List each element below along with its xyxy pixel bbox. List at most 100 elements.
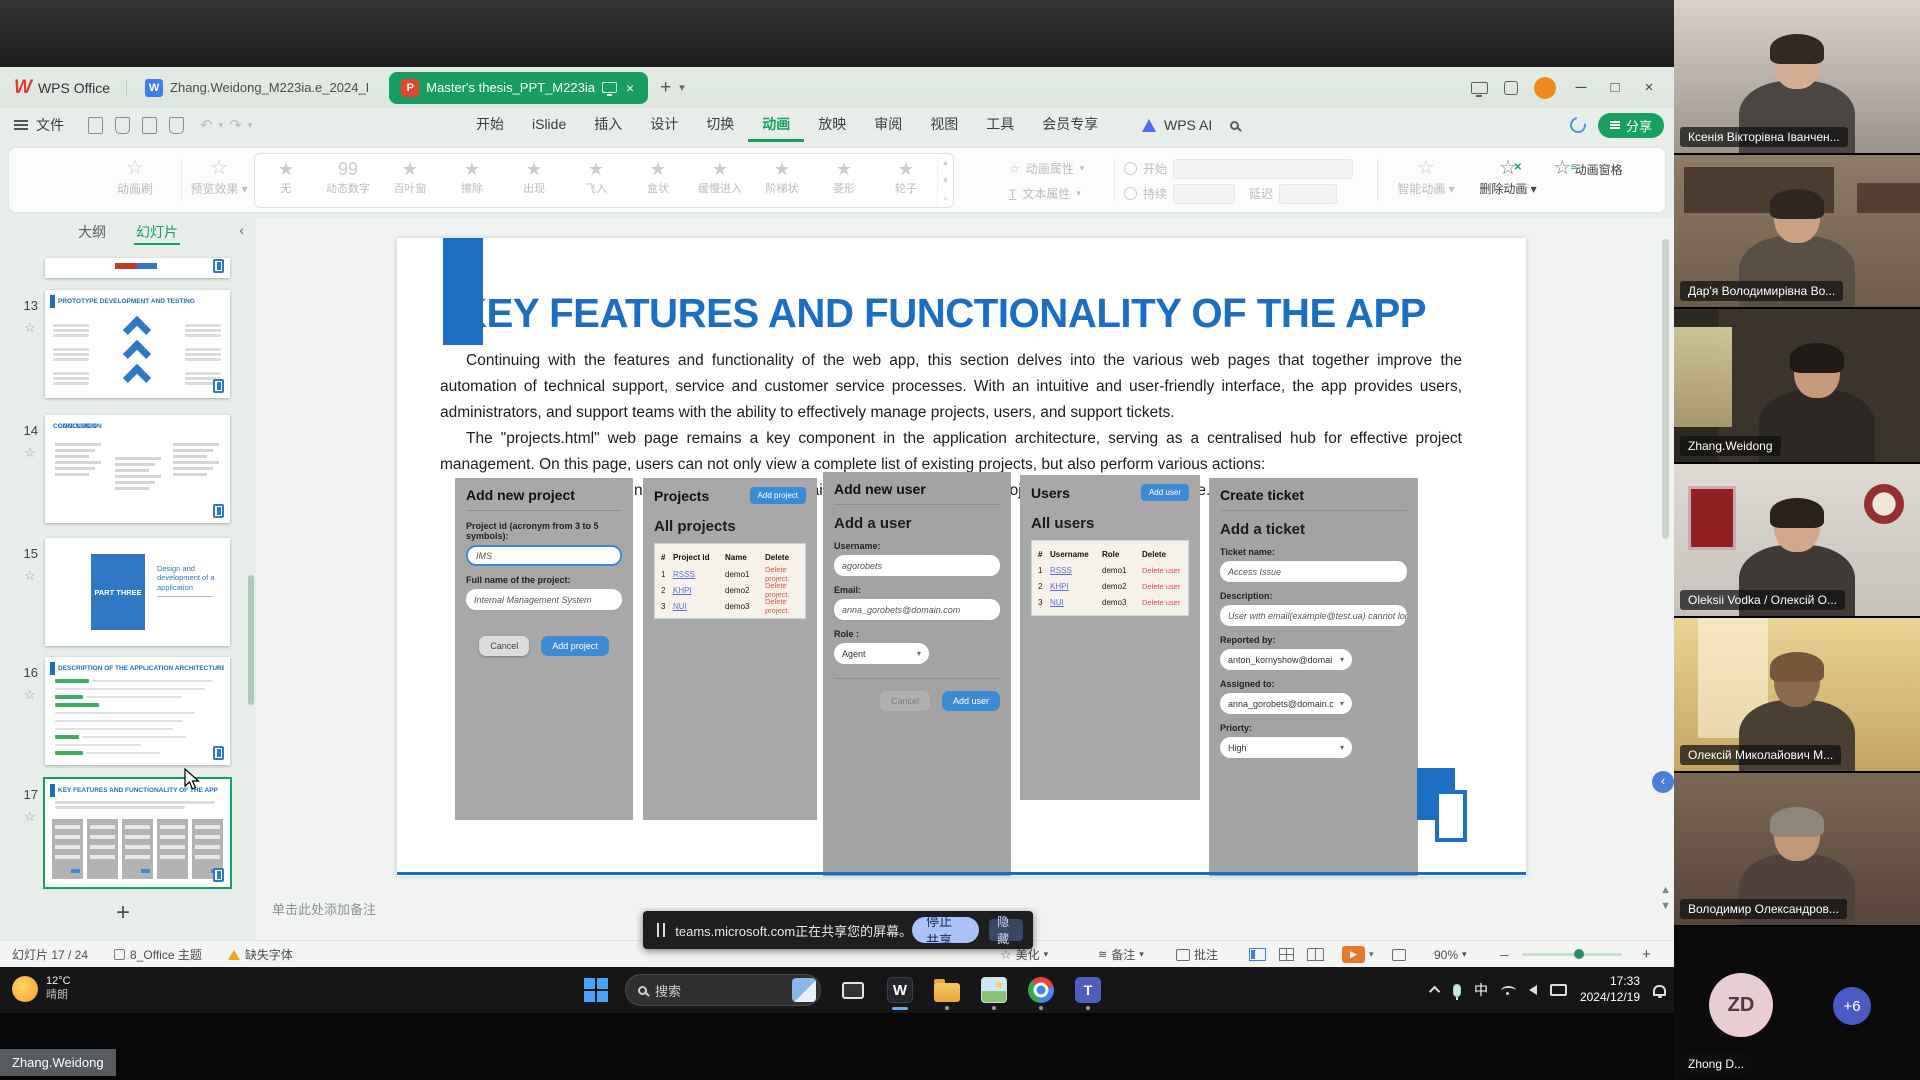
missing-font-warning[interactable]: 缺失字体 [228, 946, 293, 963]
user-avatar[interactable] [1534, 77, 1556, 99]
microphone-icon[interactable] [1453, 984, 1461, 997]
print-icon[interactable] [142, 117, 157, 134]
tray-expand-icon[interactable] [1429, 986, 1440, 997]
favorite-star-icon[interactable]: ☆ [24, 568, 36, 584]
start-button[interactable] [584, 978, 608, 1002]
hide-banner-button[interactable]: 隐藏 [989, 919, 1023, 941]
gallery-item-6[interactable]: ★盒状 [627, 154, 689, 207]
menu-item-0[interactable]: 开始 [462, 108, 518, 142]
favorite-star-icon[interactable]: ☆ [24, 687, 36, 703]
wifi-icon[interactable] [1501, 986, 1516, 995]
maximize-button[interactable]: □ [1606, 79, 1624, 96]
wps-home-tab[interactable]: W WPS Office [0, 67, 126, 108]
menu-item-7[interactable]: 审阅 [860, 108, 916, 142]
ime-indicator[interactable]: 中 [1474, 980, 1488, 1000]
tab-list-caret-icon[interactable]: ▾ [679, 81, 685, 94]
new-tab-button[interactable]: + [660, 77, 671, 99]
gallery-item-4[interactable]: ★出现 [503, 154, 565, 207]
undo-icon[interactable]: ↶ [200, 116, 213, 134]
add-slide-button[interactable]: + [116, 899, 130, 927]
gallery-item-5[interactable]: ★飞入 [565, 154, 627, 207]
fit-slide-button[interactable] [1392, 941, 1406, 968]
notification-bell-icon[interactable] [1653, 985, 1666, 996]
scroll-up-icon[interactable]: ▲ [942, 158, 950, 167]
participant-tile-2[interactable]: Дар'я Володимирівна Во... [1674, 155, 1920, 308]
taskbar-photos-app[interactable] [979, 970, 1009, 1010]
menu-item-10[interactable]: 会员专享 [1028, 108, 1112, 142]
tab-close-icon[interactable]: × [624, 80, 636, 96]
clock[interactable]: 17:33 2024/12/19 [1580, 974, 1640, 1005]
participant-tile-4[interactable]: Oleksii Vodka / Олексій О... [1674, 464, 1920, 617]
menu-item-5[interactable]: 动画 [748, 108, 804, 142]
canvas-scrollbar[interactable] [1662, 239, 1669, 539]
menu-item-3[interactable]: 设计 [636, 108, 692, 142]
file-menu-button[interactable]: 文件 [14, 108, 64, 142]
redo-caret-icon[interactable]: ▾ [248, 120, 253, 131]
scroll-more-icon[interactable]: ≡ [943, 194, 948, 203]
menu-item-6[interactable]: 放映 [804, 108, 860, 142]
animation-pane-button[interactable]: ☆≡ 动画窗格 [1553, 156, 1623, 180]
animation-properties-button[interactable]: ☆ 动画属性▾ [1009, 156, 1084, 181]
notes-placeholder[interactable]: 单击此处添加备注 [272, 899, 376, 918]
participant-tile-5[interactable]: Олексій Миколайович М... [1674, 618, 1920, 771]
preview-effect-button[interactable]: ☆ 预览效果 ▾ [187, 156, 251, 197]
reading-view-button[interactable] [1307, 941, 1324, 968]
gallery-item-10[interactable]: ★轮子 [875, 154, 937, 207]
taskbar-weather-widget[interactable]: 12°C 晴朗 [12, 975, 71, 1003]
cloud-sync-icon[interactable] [1567, 114, 1589, 136]
taskbar-file-explorer[interactable] [932, 970, 962, 1010]
favorite-star-icon[interactable]: ☆ [24, 320, 36, 336]
app-grid-icon[interactable] [1504, 81, 1518, 95]
outline-tab[interactable]: 大纲 [76, 219, 108, 245]
normal-view-button[interactable] [1249, 941, 1266, 968]
wps-ai-label[interactable]: WPS AI [1164, 117, 1212, 133]
gallery-scroll-buttons[interactable]: ▲▼≡ [937, 154, 953, 207]
close-button[interactable]: × [1640, 79, 1658, 96]
favorite-star-icon[interactable]: ☆ [24, 809, 36, 825]
text-properties-button[interactable]: T 文本属性▾ [1009, 181, 1084, 206]
delete-animation-button[interactable]: ☆✕ 删除动画 ▾ [1471, 156, 1545, 197]
menu-item-9[interactable]: 工具 [972, 108, 1028, 142]
sidebar-toggle-handle[interactable]: ‹ [1652, 771, 1674, 793]
redo-icon[interactable]: ↷ [229, 116, 242, 134]
slides-tab[interactable]: 幻灯片 [134, 219, 180, 245]
next-slide-button[interactable]: ▼ [1660, 900, 1671, 912]
notes-button[interactable]: ≋ 备注▾ [1098, 941, 1144, 968]
zoom-out-button[interactable]: ─ [1500, 941, 1509, 968]
output-icon[interactable] [115, 117, 130, 134]
zoom-slider[interactable] [1522, 941, 1622, 968]
participant-tile-1[interactable]: Ксенія Вікторівна Іванчен... [1674, 0, 1920, 153]
volume-icon[interactable] [1529, 985, 1537, 995]
search-icon[interactable] [1230, 121, 1239, 130]
zoom-in-button[interactable]: + [1642, 941, 1651, 968]
undo-caret-icon[interactable]: ▾ [219, 120, 224, 131]
gallery-item-8[interactable]: ★阶梯状 [751, 154, 813, 207]
thumbnail-slide-13[interactable]: PROTOTYPE DEVELOPMENT AND TESTING [45, 290, 230, 398]
stop-sharing-button[interactable]: 停止共享 [912, 917, 979, 943]
gallery-item-3[interactable]: ★擦除 [441, 154, 503, 207]
duration-spinner[interactable] [1173, 184, 1235, 204]
taskbar-search[interactable]: 搜索 [625, 974, 821, 1006]
slideshow-button[interactable]: ▶▾ [1342, 941, 1374, 968]
zoom-slider-handle[interactable] [1574, 949, 1584, 959]
thumbnail-slide-15[interactable]: PART THREEDesign and development of a ap… [45, 538, 230, 646]
participant-tile-3[interactable]: Zhang.Weidong [1674, 309, 1920, 462]
collapse-panel-icon[interactable]: ‹ [239, 222, 244, 238]
share-button[interactable]: 分享 [1598, 113, 1664, 138]
minimize-button[interactable]: ─ [1572, 79, 1590, 96]
gallery-item-1[interactable]: 99动态数字 [317, 154, 379, 207]
menu-item-2[interactable]: 插入 [580, 108, 636, 142]
participant-tile-7[interactable]: ZD+6Zhong D... [1674, 927, 1920, 1080]
taskbar-chrome[interactable] [1026, 970, 1056, 1010]
menu-item-4[interactable]: 切换 [692, 108, 748, 142]
comments-button[interactable]: 批注 [1176, 941, 1218, 968]
start-dropdown[interactable] [1173, 159, 1353, 179]
task-view-button[interactable] [838, 970, 868, 1010]
theme-indicator[interactable]: 8_Office 主题 [114, 946, 202, 963]
taskbar-wps-app[interactable]: W [885, 970, 915, 1010]
participant-tile-6[interactable]: Володимир Олександров... [1674, 773, 1920, 926]
gallery-item-9[interactable]: ★菱形 [813, 154, 875, 207]
document-tab-writer[interactable]: W Zhang.Weidong_M223ia.e_2024_I [135, 73, 379, 103]
gallery-item-2[interactable]: ★百叶窗 [379, 154, 441, 207]
thumbnail-slide-14[interactable]: CONCLUSIONCONCLUSION [45, 415, 230, 523]
